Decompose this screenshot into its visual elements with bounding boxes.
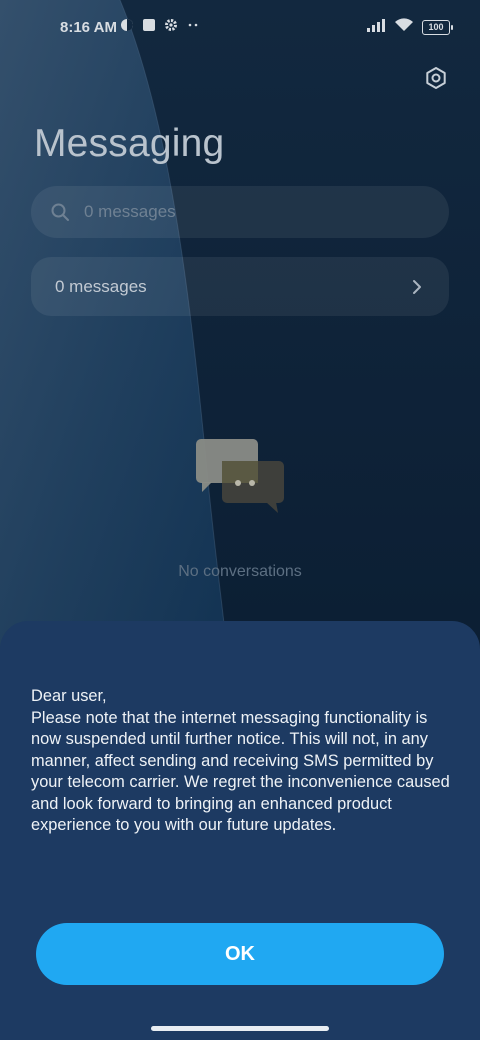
signal-icon [366, 18, 386, 36]
settings-gear-small-icon [164, 18, 178, 36]
status-time: 8:16 AM [60, 19, 117, 36]
status-icons-right: 100 [366, 18, 453, 36]
wifi-icon [394, 18, 414, 36]
settings-button[interactable] [418, 62, 454, 98]
settings-hex-icon [424, 66, 448, 95]
status-bar: 8:16 AM 100 [0, 0, 480, 56]
battery-icon: 100 [422, 19, 453, 35]
square-app-icon [142, 18, 156, 36]
home-indicator[interactable] [151, 1026, 329, 1031]
messages-row[interactable]: 0 messages [31, 257, 449, 316]
app-circle-icon [120, 18, 134, 36]
chevron-right-icon [409, 279, 425, 295]
ok-button[interactable]: OK [36, 923, 444, 985]
messages-row-label: 0 messages [55, 276, 147, 296]
status-icons-left [120, 18, 200, 36]
page-title: Messaging [34, 122, 225, 165]
search-bar[interactable] [31, 186, 449, 238]
chat-bubbles-icon [196, 439, 284, 513]
search-icon [49, 201, 71, 223]
empty-state-label: No conversations [178, 563, 302, 580]
notice-message: Dear user, Please note that the internet… [31, 687, 450, 834]
more-dots-icon [186, 18, 200, 36]
search-input[interactable] [82, 201, 406, 223]
